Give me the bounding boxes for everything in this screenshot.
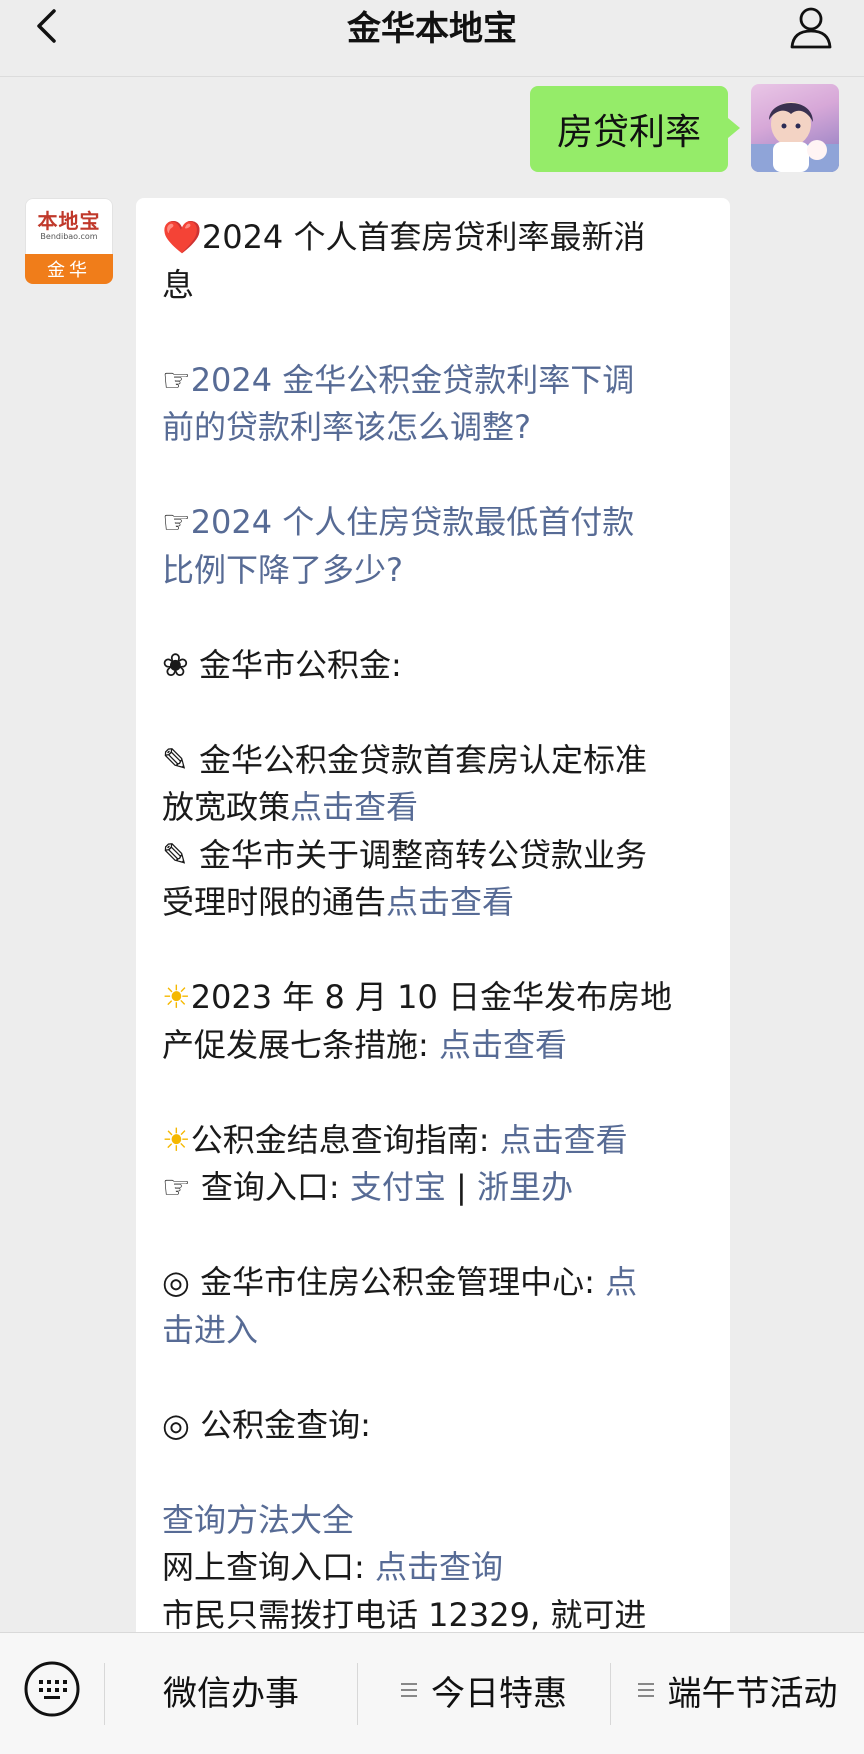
- page-title: 金华本地宝: [347, 8, 517, 49]
- message-line: ✎ 金华市关于调整商转公贷款业务: [162, 835, 647, 874]
- keyboard-icon: [24, 1661, 80, 1717]
- message-line: 网上查询入口: 点击查询: [162, 1548, 503, 1586]
- menu-dragon-boat-activity[interactable]: 端午节活动: [611, 1657, 864, 1723]
- bendibao-logo: 本地宝 Bendibao.com: [25, 198, 113, 254]
- article-link[interactable]: 2024 金华公积金贷款利率下调: [191, 361, 635, 399]
- bottom-menu-bar: 微信办事 今日特惠 端午节活动: [0, 1632, 864, 1754]
- logo-city: 金华: [25, 254, 113, 284]
- enter-link[interactable]: 击进入: [162, 1307, 702, 1355]
- view-link[interactable]: 点击查看: [386, 883, 514, 921]
- sun-icon: ☀: [162, 1120, 191, 1159]
- alipay-link[interactable]: 支付宝: [350, 1168, 446, 1206]
- menu-today-deals[interactable]: 今日特惠: [358, 1657, 610, 1723]
- menu-list-icon: [401, 1679, 417, 1701]
- bot-message-bubble: ❤️2024 个人首套房贷利率最新消 息 ☞2024 金华公积金贷款利率下调 前…: [136, 198, 730, 1658]
- view-link[interactable]: 点击查看: [500, 1121, 628, 1159]
- link-line[interactable]: ☞2024 金华公积金贷款利率下调: [162, 357, 702, 405]
- zheliban-link[interactable]: 浙里办: [477, 1168, 573, 1206]
- logo-subtext: Bendibao.com: [40, 232, 98, 241]
- logo-text: 本地宝: [37, 209, 101, 233]
- message-line: ✎ 金华公积金贷款首套房认定标准: [162, 740, 647, 779]
- view-link[interactable]: 点击查看: [290, 788, 418, 826]
- enter-link[interactable]: 点: [605, 1263, 637, 1301]
- message-line: ❤️2024 个人首套房贷利率最新消: [162, 214, 702, 262]
- bot-message-content: ❤️2024 个人首套房贷利率最新消 息 ☞2024 金华公积金贷款利率下调 前…: [162, 214, 702, 1639]
- message-line: 放宽政策点击查看: [162, 788, 419, 826]
- message-line: ☀公积金结息查询指南: 点击查看: [162, 1117, 702, 1165]
- pointing-hand-icon: ☞: [162, 360, 191, 399]
- pointing-hand-icon: ☞: [162, 503, 191, 541]
- view-link[interactable]: 点击查看: [439, 1026, 567, 1064]
- menu-list-icon: [637, 1679, 654, 1701]
- link-line[interactable]: ☞2024 个人住房贷款最低首付款: [162, 499, 702, 547]
- menu-label: 微信办事: [163, 1673, 299, 1714]
- message-line: ☀2023 年 8 月 10 日金华发布房地: [162, 974, 702, 1022]
- query-link[interactable]: 点击查询: [375, 1548, 503, 1586]
- message-line: 产促发展七条措施: 点击查看: [162, 1025, 567, 1064]
- message-line: 受理时限的通告点击查看: [162, 883, 515, 921]
- user-message-text: 房贷利率: [556, 112, 701, 153]
- article-link[interactable]: 比例下降了多少?: [162, 547, 702, 595]
- person-icon: [790, 7, 832, 49]
- user-avatar[interactable]: [751, 84, 839, 172]
- nav-header: 金华本地宝: [0, 0, 864, 77]
- menu-label: 端午节活动: [667, 1673, 838, 1714]
- user-message-bubble: 房贷利率: [530, 86, 740, 172]
- message-line: ☞ 查询入口: 支付宝 | 浙里办: [162, 1168, 573, 1206]
- keyboard-toggle-button[interactable]: [22, 1659, 82, 1719]
- menu-label: 今日特惠: [431, 1673, 567, 1714]
- article-link[interactable]: 2024 个人住房贷款最低首付款: [191, 503, 635, 541]
- message-line: 息: [162, 265, 195, 304]
- profile-button[interactable]: [788, 4, 834, 50]
- query-methods-link[interactable]: 查询方法大全: [162, 1497, 702, 1545]
- section-heading: ❀ 金华市公积金:: [162, 645, 402, 684]
- message-line: ◎ 公积金查询:: [162, 1405, 371, 1444]
- sun-icon: ☀: [162, 978, 191, 1016]
- message-line: ◎ 金华市住房公积金管理中心: 点: [162, 1263, 638, 1301]
- bot-avatar[interactable]: 本地宝 Bendibao.com 金华: [25, 198, 113, 284]
- heart-icon: ❤️: [162, 218, 202, 256]
- anime-avatar-image: [751, 102, 839, 172]
- menu-wechat-services[interactable]: 微信办事: [105, 1657, 357, 1723]
- article-link[interactable]: 前的贷款利率该怎么调整?: [162, 404, 702, 452]
